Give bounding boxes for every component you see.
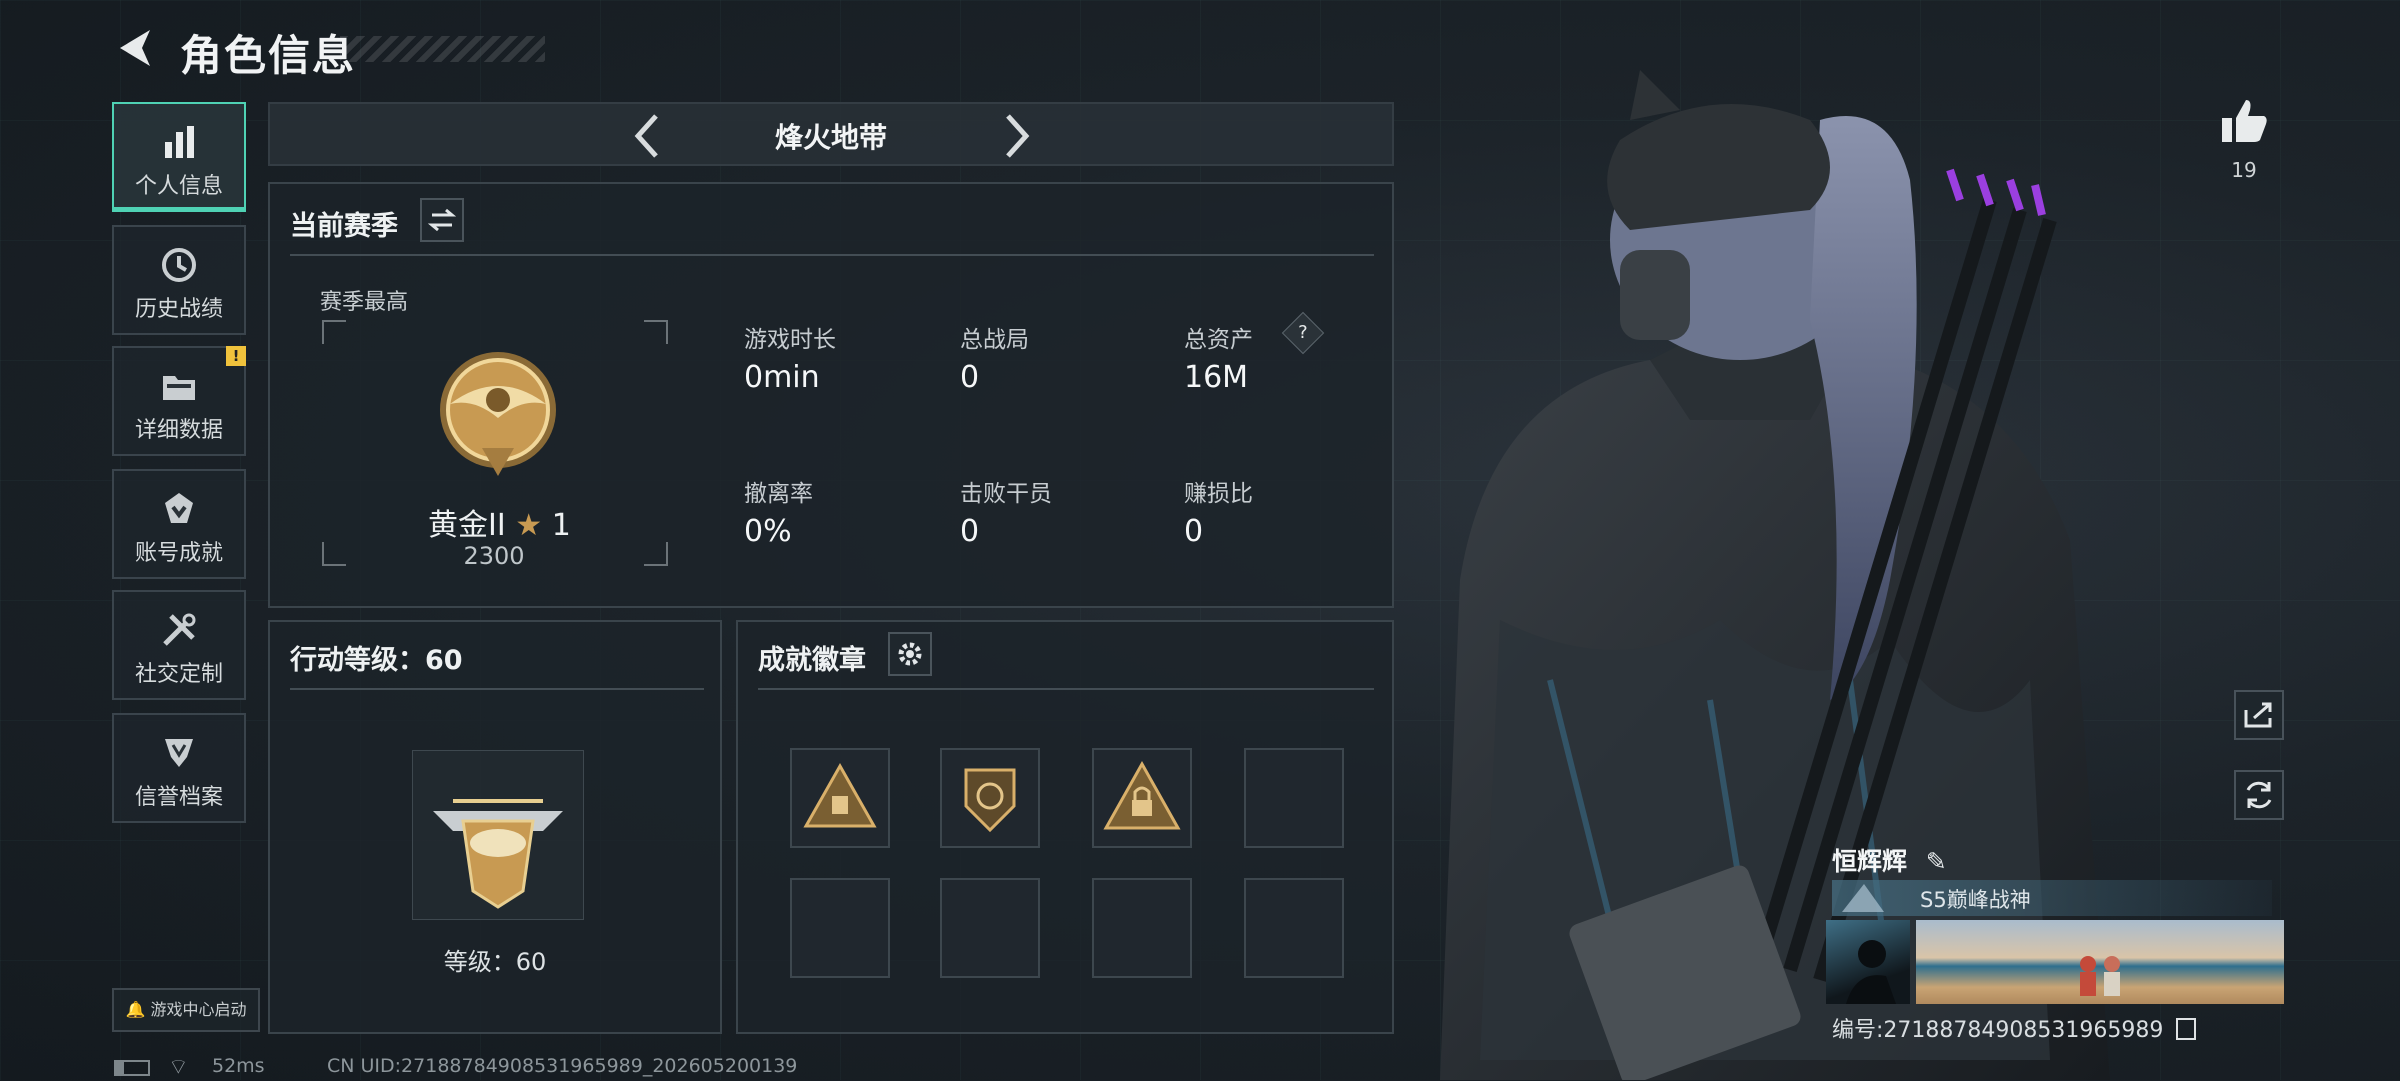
sidebar-item-label: 账号成就 bbox=[134, 541, 223, 566]
stat-label-playtime: 游戏时长 bbox=[744, 327, 836, 353]
sidebar-item-achievements[interactable]: 账号成就 bbox=[112, 469, 246, 579]
ping-value: 52ms bbox=[212, 1055, 265, 1077]
player-title-banner bbox=[1832, 880, 2272, 916]
season-title: 当前赛季 bbox=[290, 211, 398, 242]
pyramid-badge-icon bbox=[803, 762, 877, 828]
thumbs-up-icon[interactable] bbox=[2218, 96, 2270, 146]
page-title: 角色信息 bbox=[180, 31, 357, 80]
shield-emblem-icon bbox=[165, 739, 193, 767]
rotate-model-button[interactable] bbox=[2234, 770, 2284, 820]
rank-star-icon: ★ bbox=[515, 508, 543, 543]
tools-icon bbox=[163, 613, 196, 646]
frame-corner bbox=[644, 320, 668, 344]
mode-name: 烽火地带 bbox=[774, 121, 887, 154]
stat-label-total-matches: 总战局 bbox=[960, 327, 1029, 353]
copy-icon[interactable] bbox=[2176, 1018, 2197, 1040]
badge-slot-empty[interactable] bbox=[790, 878, 890, 978]
badge-slot-empty[interactable] bbox=[940, 878, 1040, 978]
uid-line: CN UID:27188784908531965989_202605200139 bbox=[327, 1055, 798, 1077]
bell-icon: 🔔 bbox=[125, 1000, 146, 1019]
player-title: S5巅峰战神 bbox=[1920, 888, 2031, 912]
frame-corner bbox=[644, 542, 668, 566]
sidebar-item-label: 信誉档案 bbox=[134, 785, 223, 810]
achievement-badges-panel: 成就徽章 bbox=[736, 620, 1394, 1034]
edit-name-icon[interactable]: ✎ bbox=[1926, 847, 1947, 876]
rank-name: 黄金II bbox=[428, 508, 506, 543]
action-level-panel: 行动等级：60 等级：60 bbox=[268, 620, 722, 1034]
sidebar-item-label: 详细数据 bbox=[134, 418, 223, 443]
level-text: 等级：60 bbox=[443, 948, 547, 976]
game-center-launch-button[interactable]: 🔔 游戏中心启动 bbox=[112, 988, 260, 1032]
bar-chart-icon bbox=[165, 126, 194, 158]
stat-label-profit-loss-ratio: 赚损比 bbox=[1184, 481, 1253, 507]
gear-icon bbox=[898, 642, 922, 666]
action-level-title: 行动等级：60 bbox=[290, 645, 463, 676]
title-emblem-icon bbox=[1842, 884, 1884, 912]
rank-name-line: 黄金II ★ 1 bbox=[428, 500, 571, 544]
refresh-icon bbox=[2246, 781, 2272, 809]
achievement-icon bbox=[165, 493, 193, 523]
sidebar-item-label: 个人信息 bbox=[134, 174, 223, 199]
rank-stars: 1 bbox=[551, 508, 571, 543]
sidebar-item-social[interactable]: 社交定制 bbox=[112, 590, 246, 700]
wifi-icon: ⌔ bbox=[168, 1055, 189, 1080]
stat-value-profit-loss-ratio: 0 bbox=[1184, 514, 1204, 549]
frame-corner bbox=[322, 542, 346, 566]
stat-value-total-matches: 0 bbox=[960, 360, 980, 395]
stat-label-total-assets: 总资产 bbox=[1184, 327, 1253, 353]
frame-corner bbox=[322, 320, 346, 344]
swap-icon bbox=[427, 208, 457, 232]
current-season-panel: 当前赛季 赛季最高 黄金II ★ 1 2300 游戏时长 0min 总战局 0 … bbox=[268, 182, 1394, 608]
back-arrow-icon[interactable] bbox=[112, 24, 156, 72]
share-icon bbox=[2244, 702, 2272, 728]
stat-value-total-assets: 16M bbox=[1184, 360, 1249, 395]
level-emblem-frame bbox=[412, 750, 584, 920]
sidebar-item-personal-info[interactable]: 个人信息 bbox=[112, 102, 246, 212]
sidebar-item-history[interactable]: 历史战绩 bbox=[112, 225, 246, 335]
sidebar-item-detailed-data[interactable]: ! 详细数据 bbox=[112, 346, 246, 456]
history-clock-icon bbox=[162, 248, 196, 282]
avatar-silhouette bbox=[1846, 940, 1896, 1004]
help-icon[interactable]: ? bbox=[1281, 311, 1325, 355]
notification-badge: ! bbox=[226, 346, 246, 366]
sidebar-item-label: 历史战绩 bbox=[134, 297, 223, 322]
lock-pyramid-badge-icon bbox=[1103, 760, 1181, 830]
season-best-label: 赛季最高 bbox=[320, 290, 409, 315]
player-banner-card[interactable] bbox=[1916, 920, 2284, 1004]
battery-icon bbox=[114, 1060, 150, 1076]
title-decoration bbox=[340, 36, 545, 62]
folder-icon bbox=[163, 376, 195, 400]
stat-label-extraction-rate: 撤离率 bbox=[744, 481, 813, 507]
divider bbox=[290, 254, 1374, 256]
stat-label-operators-defeated: 击败干员 bbox=[960, 481, 1052, 507]
rank-score: 2300 bbox=[463, 542, 525, 570]
switch-season-button[interactable] bbox=[420, 198, 464, 242]
beach-scene-illustration bbox=[2080, 956, 2120, 996]
badge-slot[interactable] bbox=[940, 748, 1040, 848]
stat-value-playtime: 0min bbox=[744, 360, 820, 395]
badge-slot-empty[interactable] bbox=[1092, 878, 1192, 978]
player-name: 恒辉辉 ✎ bbox=[1832, 847, 1947, 876]
mode-selector: 烽火地带 bbox=[268, 102, 1394, 166]
next-mode-arrow-icon[interactable] bbox=[996, 112, 1036, 160]
badge-settings-button[interactable] bbox=[888, 632, 932, 676]
badge-slot-empty[interactable] bbox=[1244, 748, 1344, 848]
like-count: 19 bbox=[2231, 158, 2257, 182]
shield-badge-icon bbox=[964, 768, 1016, 833]
helicopter-emblem-icon bbox=[433, 799, 563, 909]
player-avatar[interactable] bbox=[1826, 920, 1910, 1004]
sidebar-item-reputation[interactable]: 信誉档案 bbox=[112, 713, 246, 823]
badge-slot[interactable] bbox=[790, 748, 890, 848]
share-button[interactable] bbox=[2234, 690, 2284, 740]
divider bbox=[290, 688, 704, 690]
player-id: 编号:2718878490853196598​9 bbox=[1832, 1012, 2197, 1044]
badge-slot[interactable] bbox=[1092, 748, 1192, 848]
badge-slot-empty[interactable] bbox=[1244, 878, 1344, 978]
sidebar-item-label: 社交定制 bbox=[134, 662, 223, 687]
achievements-title: 成就徽章 bbox=[758, 645, 866, 676]
stat-value-extraction-rate: 0% bbox=[744, 514, 792, 549]
stat-value-operators-defeated: 0 bbox=[960, 514, 980, 549]
divider bbox=[758, 688, 1374, 690]
gold-rank-emblem-icon bbox=[440, 352, 556, 476]
